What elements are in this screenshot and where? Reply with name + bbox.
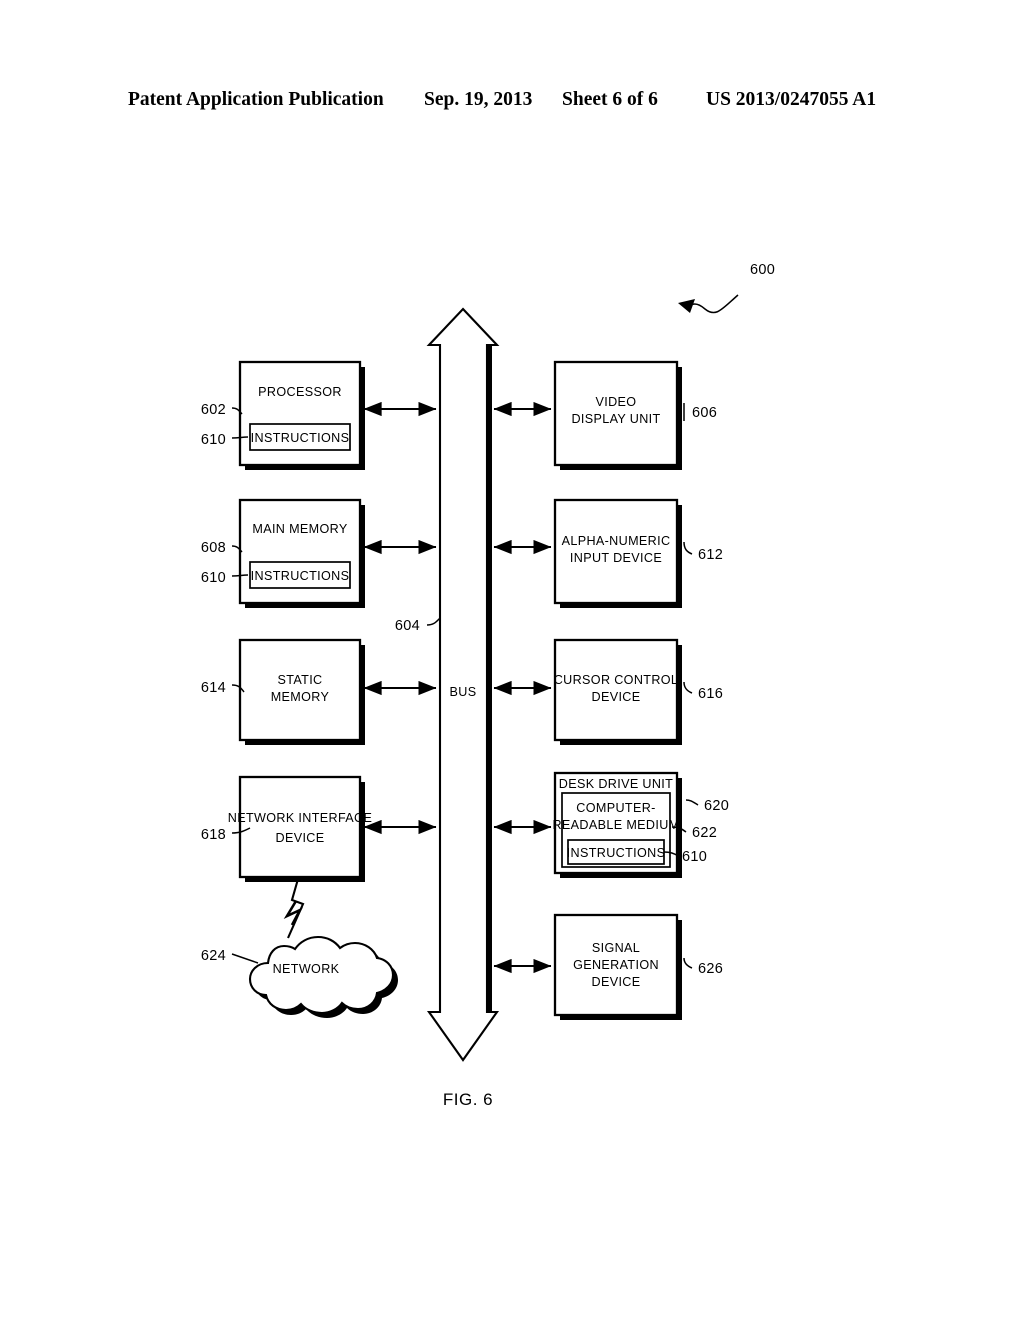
block-signal-generation-device[interactable]: SIGNAL GENERATION DEVICE 626 [553,913,723,1020]
main-memory-instructions-ref-number: 610 [201,570,226,586]
block-processor[interactable]: PROCESSOR INSTRUCTIONS 602 610 [201,360,365,470]
cursor-control-label-line2: DEVICE [592,690,641,704]
bus-label: BUS [449,685,476,699]
block-disk-drive-instructions[interactable]: INSTRUCTIONS [567,839,666,865]
network-interface-label-line1: NETWORK INTERFACE [228,811,373,825]
network-cloud-ref-number: 624 [201,948,226,964]
static-memory-ref-number: 614 [201,680,226,696]
alpha-numeric-label-line2: INPUT DEVICE [570,551,662,565]
block-static-memory[interactable]: STATIC MEMORY 614 [201,638,365,745]
block-main-memory[interactable]: MAIN MEMORY INSTRUCTIONS 608 610 [201,498,365,608]
disk-drive-unit-label: DESK DRIVE UNIT [559,777,673,791]
block-network-interface-device[interactable]: NETWORK INTERFACE DEVICE 618 [201,775,373,882]
computer-readable-medium-label-line2: READABLE MEDIUM [552,818,679,832]
alpha-numeric-ref-number: 612 [698,547,723,563]
disk-drive-unit-ref-number: 620 [704,798,729,814]
cursor-control-ref-number: 616 [698,686,723,702]
computer-readable-medium-label-line1: COMPUTER- [576,801,655,815]
block-video-display-unit[interactable]: VIDEO DISPLAY UNIT 606 [553,360,717,470]
main-memory-ref-number: 608 [201,540,226,556]
bus: BUS 604 [395,307,500,1062]
video-display-unit-label-line2: DISPLAY UNIT [571,412,660,426]
signal-generation-ref-number: 626 [698,961,723,977]
disk-drive-instructions-label: INSTRUCTIONS [567,846,666,860]
main-memory-label: MAIN MEMORY [252,522,348,536]
block-processor-instructions[interactable]: INSTRUCTIONS [249,423,351,451]
network-link [283,878,305,939]
signal-generation-label-line3: DEVICE [592,975,641,989]
video-display-unit-label-line1: VIDEO [596,395,637,409]
processor-instructions-label: INSTRUCTIONS [251,431,350,445]
bus-ref-number: 604 [395,618,420,634]
system-ref-number: 600 [750,262,775,278]
network-interface-ref-number: 618 [201,827,226,843]
block-computer-readable-medium[interactable]: COMPUTER- READABLE MEDIUM INSTRUCTIONS [552,792,679,868]
signal-generation-label-line1: SIGNAL [592,941,640,955]
network-cloud-label: NETWORK [273,962,340,976]
figure-6-diagram: 600 BUS 604 PROCESSOR INSTRUCTIONS 602 6… [0,0,1024,1320]
computer-readable-medium-ref-number: 622 [692,825,717,841]
block-disk-drive-unit[interactable]: DESK DRIVE UNIT COMPUTER- READABLE MEDIU… [552,771,729,878]
processor-instructions-ref-number: 610 [201,432,226,448]
cursor-control-label-line1: CURSOR CONTROL [554,673,679,687]
static-memory-label-line1: STATIC [277,673,322,687]
static-memory-label-line2: MEMORY [271,690,330,704]
network-interface-label-line2: DEVICE [276,831,325,845]
processor-label: PROCESSOR [258,385,342,399]
alpha-numeric-label-line1: ALPHA-NUMERIC [562,534,671,548]
main-memory-instructions-label: INSTRUCTIONS [251,569,350,583]
figure-caption: FIG. 6 [443,1090,493,1109]
disk-drive-instructions-ref-number: 610 [682,849,707,865]
block-network-cloud[interactable]: NETWORK 624 [201,935,398,1018]
system-ref-callout: 600 [678,262,775,314]
block-alpha-numeric-input-device[interactable]: ALPHA-NUMERIC INPUT DEVICE 612 [553,498,723,608]
block-main-memory-instructions[interactable]: INSTRUCTIONS [249,561,351,589]
block-cursor-control-device[interactable]: CURSOR CONTROL DEVICE 616 [554,638,723,745]
video-display-unit-ref-number: 606 [692,405,717,421]
signal-generation-label-line2: GENERATION [573,958,659,972]
processor-ref-number: 602 [201,402,226,418]
